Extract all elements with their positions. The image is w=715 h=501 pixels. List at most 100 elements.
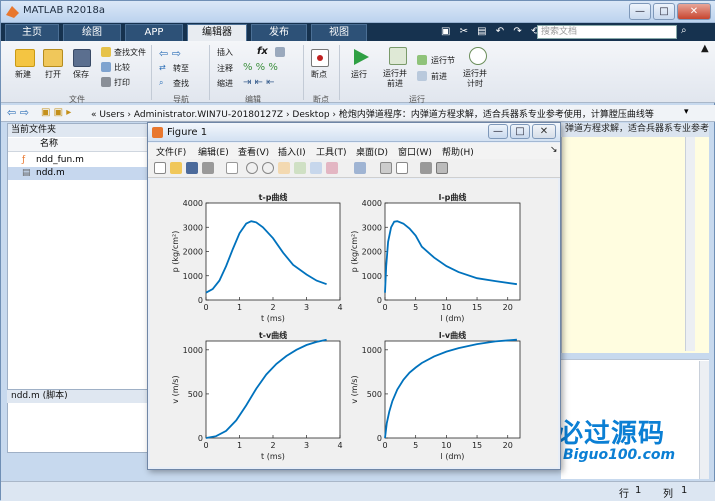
col-label: 列 [663, 489, 673, 500]
menu-window[interactable]: 窗口(W) [398, 145, 432, 158]
show-plot-tools-icon[interactable] [436, 162, 448, 174]
zoom-out-icon[interactable] [262, 162, 274, 174]
maximize-button[interactable]: □ [653, 3, 675, 20]
link-plot-icon[interactable] [354, 162, 366, 174]
advance-icon [417, 71, 427, 81]
run-section-button[interactable]: 运行节 [431, 55, 455, 66]
tab-apps[interactable]: APP [125, 24, 183, 41]
editor-tab-title[interactable]: 弹道方程求解，适合兵器系专业参考使 [561, 123, 709, 137]
brush-icon[interactable] [326, 162, 338, 174]
print-button[interactable]: 打印 [114, 77, 130, 88]
breakpoints-button[interactable]: 断点 [311, 69, 327, 80]
insert-button[interactable]: 插入 [217, 47, 233, 58]
menu-view[interactable]: 查看(V) [238, 145, 269, 158]
breakpoints-icon [311, 49, 329, 67]
search-input[interactable]: 搜索文档 [537, 25, 677, 39]
figure-close-button[interactable]: ✕ [532, 124, 556, 139]
tab-plots[interactable]: 绘图 [63, 24, 121, 41]
editor-scrollbar[interactable] [685, 137, 695, 351]
file-row[interactable]: ƒ ndd_fun.m [8, 154, 148, 167]
x-tick-label: 5 [413, 303, 418, 312]
figure-window: Figure 1 — □ ✕ 文件(F) 编辑(E) 查看(V) 插入(I) 工… [147, 122, 561, 470]
tab-view[interactable]: 视图 [311, 24, 367, 41]
subplots-svg: 0 1 2 3 401000200030004000t-p曲线t (ms)p (kg/c… [171, 192, 521, 461]
find-button[interactable]: 查找 [173, 78, 189, 89]
print-figure-icon[interactable] [202, 162, 214, 174]
menu-file[interactable]: 文件(F) [156, 145, 186, 158]
figure-title: Figure 1 [167, 127, 208, 138]
figure-minimize-button[interactable]: — [488, 124, 508, 139]
x-tick-label: 4 [337, 303, 342, 312]
subplot-title: t-p曲线 [259, 192, 288, 202]
run-button[interactable]: 运行 [351, 69, 367, 80]
search-icon[interactable]: ⌕ [681, 25, 687, 36]
data-cursor-icon[interactable] [310, 162, 322, 174]
path-dropdown-icon[interactable]: ▾ [684, 107, 689, 117]
menu-dock-icon[interactable]: ↘ [550, 145, 558, 155]
nav-arrows-icon[interactable]: ⇦ ⇨ [7, 106, 29, 119]
current-folder-panel: 当前文件夹 名称 ƒ ndd_fun.m ▤ ndd.m [7, 123, 149, 453]
figure-maximize-button[interactable]: □ [510, 124, 530, 139]
collapse-ribbon-icon[interactable]: ▲ [701, 43, 709, 54]
x-tick-label: 0 [382, 441, 387, 450]
tab-home[interactable]: 主页 [5, 24, 59, 41]
save-button[interactable]: 保存 [73, 69, 89, 80]
tab-editor[interactable]: 编辑器 [187, 24, 247, 41]
indent-icons[interactable]: ⇥ ⇤ ⇤ [243, 77, 275, 88]
goto-button[interactable]: 转至 [173, 63, 189, 74]
open-file-icon[interactable] [170, 162, 182, 174]
axes-box [384, 340, 521, 439]
file-row-selected[interactable]: ▤ ndd.m [8, 167, 148, 180]
save-figure-icon[interactable] [186, 162, 198, 174]
compare-button[interactable]: 比较 [114, 62, 130, 73]
open-button[interactable]: 打开 [45, 69, 61, 80]
address-bar[interactable]: ⇦ ⇨ ▣ ▣ ▸ « Users › Administrator.WIN7U-… [1, 105, 715, 122]
back-arrow-icon[interactable]: ⇦ ⇨ [159, 47, 181, 60]
x-axis-label: l (dm) [441, 452, 465, 461]
comment-button[interactable]: 注释 [217, 63, 233, 74]
save-icon [73, 49, 91, 67]
subplot-title: t-v曲线 [259, 330, 287, 340]
menu-tools[interactable]: 工具(T) [316, 145, 347, 158]
legend-icon[interactable] [396, 162, 408, 174]
pointer-icon[interactable] [226, 162, 238, 174]
minimize-button[interactable]: — [629, 3, 651, 20]
new-figure-icon[interactable] [154, 162, 166, 174]
comment-icons[interactable]: % % % [243, 62, 278, 73]
name-column-header[interactable]: 名称 [8, 138, 148, 152]
nav-group-label: 导航 [173, 95, 189, 104]
tab-publish[interactable]: 发布 [251, 24, 307, 41]
rotate-icon[interactable] [294, 162, 306, 174]
run-advance-icon [389, 47, 407, 65]
menu-insert[interactable]: 插入(I) [278, 145, 306, 158]
colorbar-icon[interactable] [380, 162, 392, 174]
indent-button[interactable]: 缩进 [217, 78, 233, 89]
folder-icons[interactable]: ▣ ▣ ▸ [41, 107, 71, 118]
new-icon [15, 49, 35, 67]
run-group-label: 运行 [409, 95, 425, 104]
close-button[interactable]: ✕ [677, 3, 711, 20]
x-tick-label: 2 [270, 303, 275, 312]
menu-desktop[interactable]: 桌面(D) [356, 145, 388, 158]
pan-icon[interactable] [278, 162, 290, 174]
x-tick-label: 1 [237, 441, 242, 450]
menu-edit[interactable]: 编辑(E) [198, 145, 229, 158]
axes-box [384, 202, 521, 301]
fx-button[interactable]: fx [257, 46, 268, 57]
goto-icon: ⇄ [159, 63, 166, 72]
details-panel-header[interactable]: ndd.m (脚本) [7, 389, 149, 403]
row-value: 1 [635, 485, 642, 496]
x-tick-label: 5 [413, 441, 418, 450]
find-files-button[interactable]: 查找文件 [114, 47, 146, 58]
current-path[interactable]: « Users › Administrator.WIN7U-20180127Z … [91, 107, 654, 120]
zoom-in-icon[interactable] [246, 162, 258, 174]
new-button[interactable]: 新建 [15, 69, 31, 80]
advance-button[interactable]: 前进 [431, 71, 447, 82]
run-time-button[interactable]: 运行并 计时 [463, 69, 487, 89]
y-tick-label: 2000 [362, 248, 382, 257]
find-files-icon [101, 47, 111, 57]
menu-help[interactable]: 帮助(H) [442, 145, 474, 158]
hide-plot-tools-icon[interactable] [420, 162, 432, 174]
y-tick-label: 0 [198, 434, 203, 443]
run-advance-button[interactable]: 运行并 前进 [383, 69, 407, 89]
